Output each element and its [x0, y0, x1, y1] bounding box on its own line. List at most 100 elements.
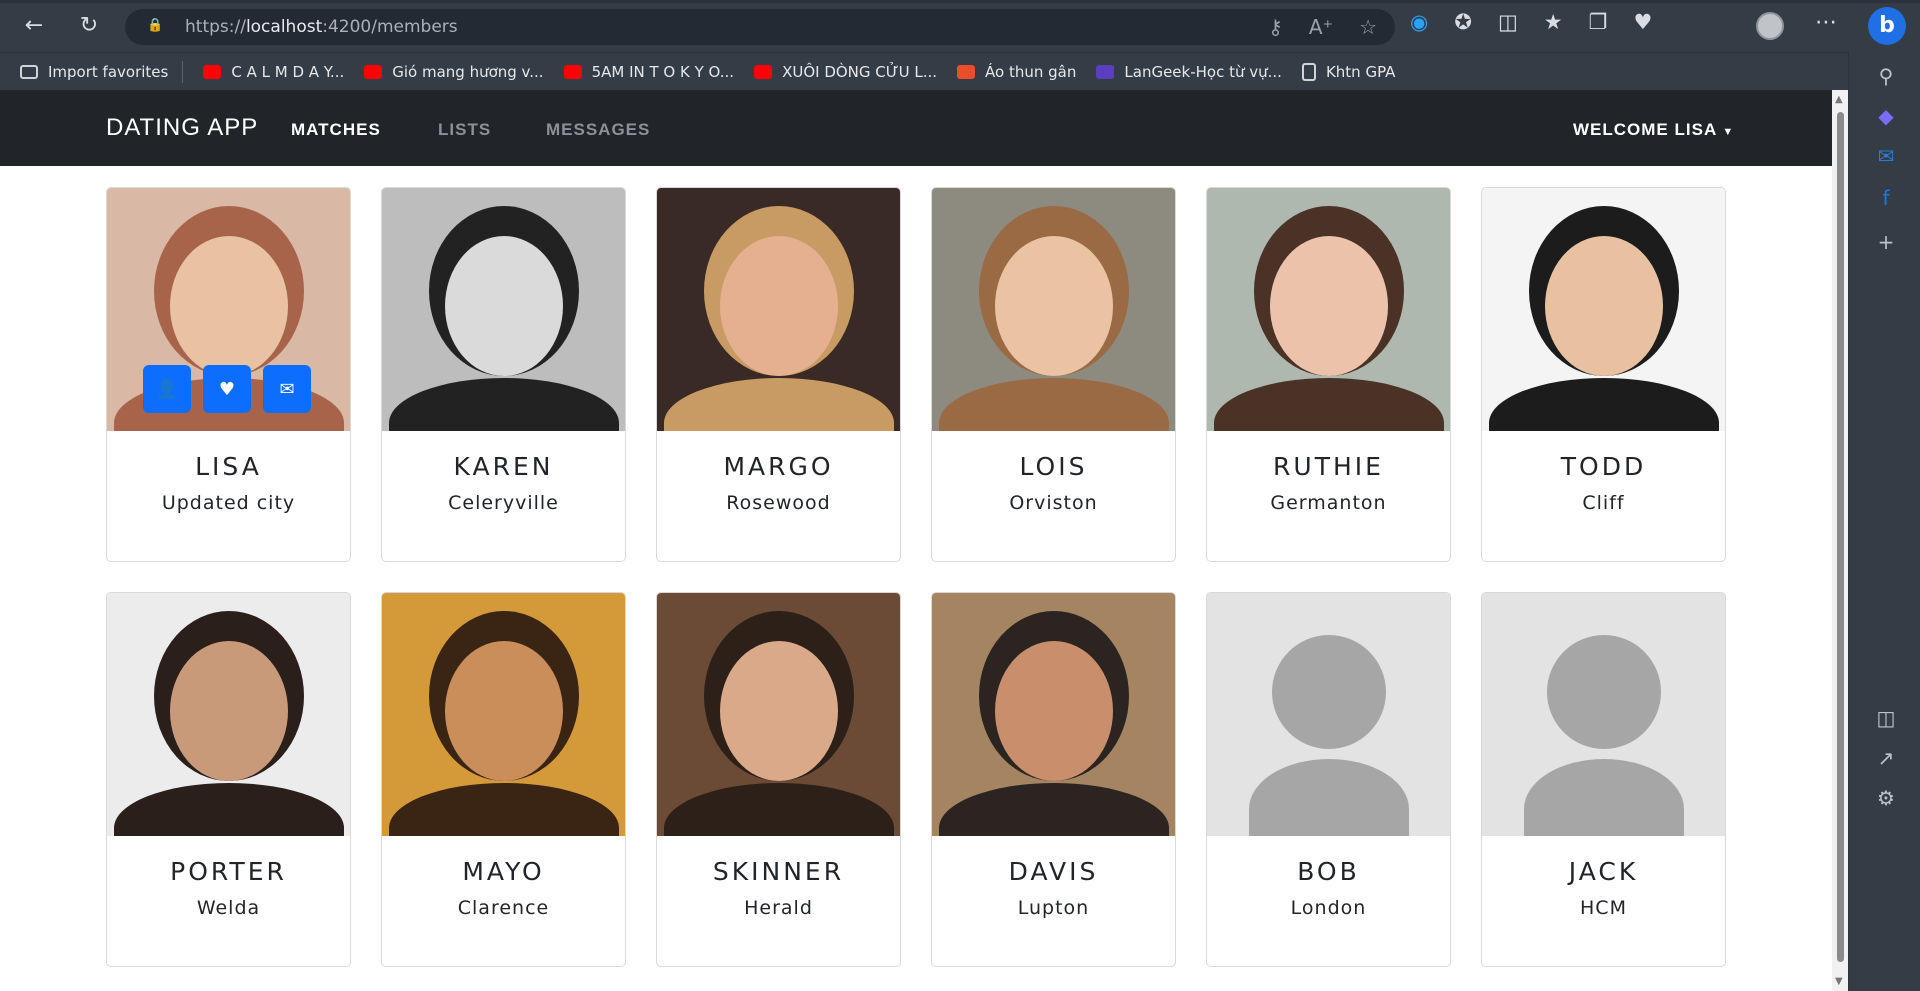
profile-button[interactable]: 👤: [143, 365, 191, 413]
key-icon[interactable]: ⚷: [1268, 15, 1283, 39]
member-photo[interactable]: [657, 188, 900, 431]
card-actions: 👤 ♥ ✉: [143, 365, 311, 413]
bookmark-item[interactable]: Áo thun gân: [957, 63, 1076, 81]
bookmark-label: C A L M D A Y...: [231, 62, 345, 81]
user-dropdown[interactable]: WELCOME LISA ▼: [1573, 120, 1734, 140]
member-card[interactable]: RUTHIE Germanton: [1206, 187, 1451, 562]
member-card[interactable]: PORTER Welda: [106, 592, 351, 967]
facebook-icon[interactable]: f: [1874, 186, 1898, 210]
favorites-bar: Import favorites C A L M D A Y... Gió mang…: [0, 52, 1848, 90]
address-bar[interactable]: 🔒 https://localhost:4200/members ⚷ A⁺ ☆: [125, 9, 1395, 45]
bookmark-item[interactable]: 5AM IN T O K Y O...: [563, 63, 734, 81]
bookmark-label: Áo thun gân: [985, 62, 1077, 81]
member-grid: 👤 ♥ ✉ LISA Updated city KAREN Celeryville MARGO…: [106, 187, 1726, 967]
member-card[interactable]: DAVIS Lupton: [931, 592, 1176, 967]
extension-drop-icon[interactable]: ◉: [1410, 10, 1428, 34]
favorites-icon[interactable]: ★: [1544, 10, 1563, 34]
member-photo[interactable]: [107, 593, 350, 836]
member-city: Herald: [744, 897, 813, 919]
nav-lists[interactable]: LISTS: [438, 120, 491, 140]
member-city: Germanton: [1270, 492, 1387, 514]
langeek-icon: [1096, 64, 1115, 79]
member-city: Lupton: [1017, 897, 1090, 919]
member-photo[interactable]: [382, 188, 625, 431]
bookmark-item[interactable]: Khtn GPA: [1301, 62, 1395, 81]
default-avatar[interactable]: [1482, 593, 1725, 836]
member-card[interactable]: TODD Cliff: [1481, 187, 1726, 562]
heart-icon: ♥: [218, 378, 236, 400]
member-photo[interactable]: [382, 593, 625, 836]
page-scrollbar[interactable]: ▲ ▼: [1832, 90, 1848, 991]
member-name: RUTHIE: [1273, 452, 1384, 481]
refresh-icon[interactable]: ↻: [75, 12, 103, 40]
import-favorites-link[interactable]: Import favorites: [20, 63, 168, 81]
open-external-icon[interactable]: ↗: [1874, 746, 1898, 770]
member-city: Celeryville: [448, 492, 559, 514]
back-icon[interactable]: ←: [20, 12, 48, 40]
bookmark-item[interactable]: C A L M D A Y...: [203, 63, 344, 81]
bookmark-label: Gió mang hương v...: [392, 62, 544, 81]
scroll-thumb[interactable]: [1837, 112, 1844, 962]
member-city: Cliff: [1582, 492, 1625, 514]
import-icon: [20, 64, 38, 79]
sidebar-toggle-icon[interactable]: ◫: [1874, 706, 1898, 730]
member-card[interactable]: BOB London: [1206, 592, 1451, 967]
caret-down-icon: ▼: [1722, 126, 1735, 138]
nav-messages[interactable]: MESSAGES: [546, 120, 650, 140]
member-city: Orviston: [1009, 492, 1098, 514]
copilot-sidebar-icon[interactable]: ◆: [1874, 104, 1898, 128]
more-icon[interactable]: ⋯: [1815, 10, 1837, 35]
member-name: BOB: [1297, 857, 1360, 886]
bookmark-label: LanGeek-Học từ vự...: [1124, 62, 1282, 81]
member-card[interactable]: SKINNER Herald: [656, 592, 901, 967]
member-photo[interactable]: [657, 593, 900, 836]
youtube-icon: [364, 64, 383, 79]
collections-icon[interactable]: ❐: [1589, 10, 1608, 34]
bookmark-item[interactable]: XUÔI DÒNG CỬU L...: [754, 63, 937, 81]
extensions-icon[interactable]: ✪: [1454, 10, 1472, 34]
member-photo[interactable]: [1482, 188, 1725, 431]
app-navbar: DATING APP MATCHES LISTS MESSAGES WELCOM…: [0, 90, 1832, 166]
default-avatar[interactable]: [1207, 593, 1450, 836]
profile-avatar[interactable]: [1756, 12, 1784, 40]
split-screen-icon[interactable]: ◫: [1498, 10, 1518, 34]
browser-toolbar: ← ↻ 🔒 https://localhost:4200/members ⚷ A…: [0, 0, 1920, 52]
scroll-down-icon[interactable]: ▼: [1835, 976, 1843, 987]
member-card[interactable]: KAREN Celeryville: [381, 187, 626, 562]
bookmark-item[interactable]: LanGeek-Học từ vự...: [1096, 63, 1282, 81]
member-name: SKINNER: [712, 857, 845, 886]
member-city: Rosewood: [726, 492, 831, 514]
add-icon[interactable]: +: [1874, 230, 1898, 254]
message-button[interactable]: ✉: [263, 365, 311, 413]
nav-matches[interactable]: MATCHES: [291, 120, 381, 140]
bookmark-label: XUÔI DÒNG CỬU L...: [782, 62, 938, 81]
member-city: Welda: [196, 897, 261, 919]
copilot-icon[interactable]: b: [1868, 7, 1906, 45]
favorite-star-icon[interactable]: ☆: [1359, 15, 1377, 39]
like-button[interactable]: ♥: [203, 365, 251, 413]
member-card[interactable]: JACK HCM: [1481, 592, 1726, 967]
member-card[interactable]: 👤 ♥ ✉ LISA Updated city: [106, 187, 351, 562]
settings-gear-icon[interactable]: ⚙: [1874, 786, 1898, 810]
member-photo[interactable]: [932, 593, 1175, 836]
member-photo[interactable]: [932, 188, 1175, 431]
member-photo[interactable]: 👤 ♥ ✉: [107, 188, 350, 431]
youtube-icon: [203, 64, 222, 79]
tab-strip-edge: [0, 0, 1920, 3]
outlook-icon[interactable]: ✉: [1874, 144, 1898, 168]
member-card[interactable]: MAYO Clarence: [381, 592, 626, 967]
member-name: JACK: [1568, 857, 1639, 886]
user-icon: 👤: [155, 378, 179, 400]
member-city: Updated city: [161, 492, 296, 514]
brand-logo[interactable]: DATING APP: [106, 114, 258, 142]
member-card[interactable]: MARGO Rosewood: [656, 187, 901, 562]
read-aloud-icon[interactable]: A⁺: [1309, 15, 1333, 39]
member-card[interactable]: LOIS Orviston: [931, 187, 1176, 562]
search-icon[interactable]: ⚲: [1874, 64, 1898, 88]
bookmark-item[interactable]: Gió mang hương v...: [364, 62, 544, 81]
performance-icon[interactable]: ♥: [1633, 10, 1652, 34]
scroll-up-icon[interactable]: ▲: [1835, 94, 1843, 105]
member-photo[interactable]: [1207, 188, 1450, 431]
url-text: https://localhost:4200/members: [185, 17, 458, 37]
member-name: DAVIS: [1008, 857, 1099, 886]
